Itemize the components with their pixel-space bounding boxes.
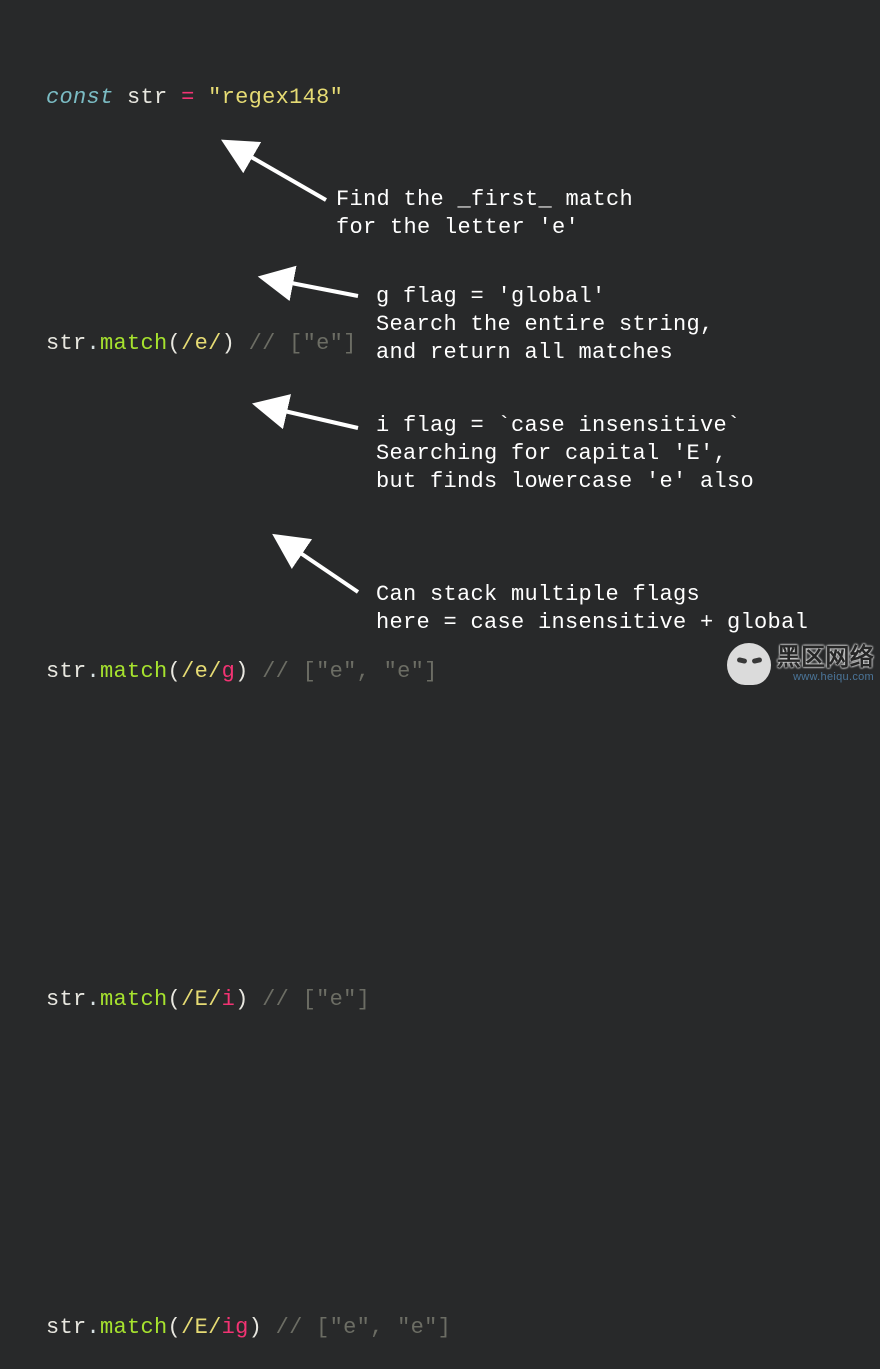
annotation-3: i flag = `case insensitive` Searching fo…: [376, 412, 754, 496]
code-line-2: str.match(/e/g) // ["e", "e"]: [46, 656, 451, 688]
annotation-4: Can stack multiple flags here = case ins…: [376, 581, 808, 637]
comment: // ["e", "e"]: [276, 1315, 452, 1340]
var-name: str: [127, 85, 168, 110]
annotation-1: Find the _first_ match for the letter 'e…: [336, 186, 633, 242]
comment: // ["e"]: [262, 987, 370, 1012]
string-literal: "regex148": [208, 85, 343, 110]
comment: // ["e", "e"]: [262, 659, 438, 684]
code-line-3: str.match(/E/i) // ["e"]: [46, 984, 451, 1016]
keyword-const: const: [46, 85, 114, 110]
code-line-decl: const str = "regex148": [46, 82, 451, 114]
code-line-4: str.match(/E/ig) // ["e", "e"]: [46, 1312, 451, 1344]
watermark-icon: [727, 643, 771, 685]
watermark-url: www.heiqu.com: [777, 672, 874, 683]
watermark: 黑区网络 www.heiqu.com: [727, 643, 874, 685]
op-assign: =: [181, 85, 195, 110]
comment: // ["e"]: [249, 331, 357, 356]
watermark-title: 黑区网络: [777, 646, 874, 670]
annotation-2: g flag = 'global' Search the entire stri…: [376, 283, 714, 367]
